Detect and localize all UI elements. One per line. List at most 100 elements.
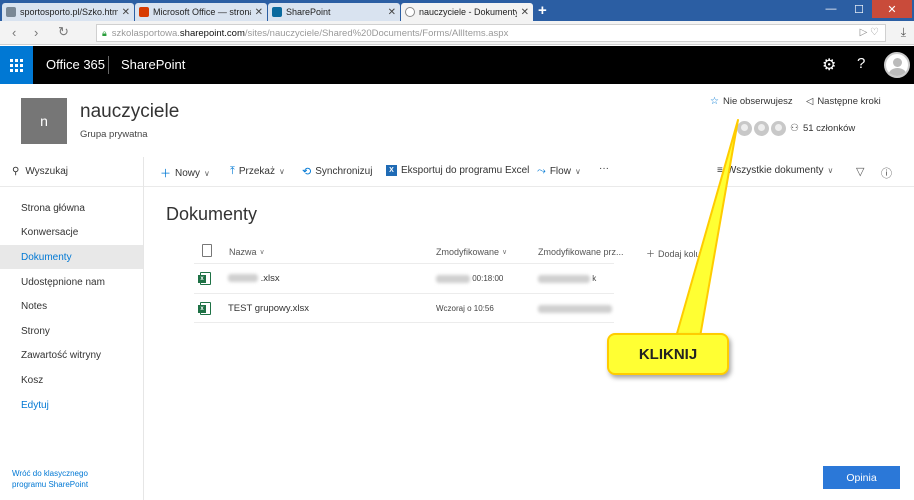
info-button[interactable]: ⓘ	[881, 165, 892, 181]
more-options-button[interactable]: ···	[599, 163, 609, 174]
browser-tab-4-active[interactable]: nauczyciele - Dokumenty ✕	[401, 3, 533, 21]
excel-file-icon[interactable]	[198, 302, 211, 315]
browser-tab-strip: sportosporto.pl/Szko.htm ✕ Microsoft Off…	[0, 0, 914, 21]
sync-button[interactable]: ⟲ Synchronizuj	[302, 165, 372, 178]
file-name: .xlsx	[260, 273, 280, 284]
info-icon: ⓘ	[881, 168, 892, 180]
chevron-down-icon: ∨	[279, 167, 285, 176]
nav-item-home[interactable]: Strona główna	[0, 196, 143, 220]
browser-tab-1[interactable]: sportosporto.pl/Szko.htm ✕	[2, 3, 134, 21]
follow-label: Nie obserwujesz	[722, 96, 793, 107]
file-name-cell[interactable]: TEST grupowy.xlsx	[228, 303, 309, 314]
nav-edit-link[interactable]: Edytuj	[0, 393, 143, 417]
reader-favorite-icons[interactable]: ▷ ♡	[860, 27, 879, 38]
upload-button[interactable]: ⤒ Przekaż ∨	[230, 165, 285, 178]
export-excel-button[interactable]: X Eksportuj do programu Excel	[386, 165, 529, 176]
megaphone-icon: ◁	[806, 96, 814, 107]
follow-button[interactable]: ☆ Nie obserwujesz	[710, 96, 793, 107]
file-type-icon[interactable]	[202, 244, 212, 257]
plus-icon: ＋	[160, 168, 171, 180]
browser-tab-2[interactable]: Microsoft Office — strona ✕	[135, 3, 267, 21]
nav-item-conversations[interactable]: Konwersacje	[0, 220, 143, 244]
divider	[194, 263, 614, 264]
office-icon	[139, 7, 149, 17]
member-avatar	[754, 121, 769, 136]
modified-by-cell[interactable]	[538, 304, 612, 313]
help-icon[interactable]: ?	[857, 55, 865, 72]
upload-icon: ⤒	[230, 165, 235, 177]
redacted-text	[436, 274, 470, 283]
column-header-name[interactable]: Nazwa ∨	[229, 247, 265, 257]
close-icon[interactable]: ✕	[255, 7, 263, 18]
sharepoint-title[interactable]: SharePoint	[121, 57, 185, 72]
download-icon[interactable]: ⤓	[901, 25, 906, 40]
maximize-button[interactable]: ☐	[846, 0, 872, 18]
member-avatar	[737, 121, 752, 136]
column-label: Zmodyfikowane	[436, 247, 500, 257]
add-column-button[interactable]: ＋ Dodaj kolu...	[646, 247, 708, 260]
nav-item-documents[interactable]: Dokumenty	[0, 245, 143, 269]
redacted-text	[538, 274, 590, 283]
feedback-button[interactable]: Opinia	[823, 466, 900, 489]
left-navigation: ⚲ Wyszukaj Strona główna Konwersacje Dok…	[0, 157, 144, 500]
filter-icon: ▽	[856, 166, 865, 178]
chevron-down-icon: ∨	[827, 166, 834, 175]
redacted-text	[228, 274, 258, 283]
group-members[interactable]: ⚇ 51 członków	[737, 121, 855, 136]
column-label: Zmodyfikowane prz...	[538, 247, 624, 257]
flow-icon: ⤳	[537, 165, 546, 177]
url-path: /sites/nauczyciele/Shared%20Documents/Fo…	[244, 27, 509, 39]
site-title[interactable]: nauczyciele	[80, 101, 179, 123]
excel-file-icon[interactable]	[198, 272, 211, 285]
browser-tab-title: Microsoft Office — strona	[153, 7, 251, 17]
close-icon[interactable]: ✕	[521, 7, 529, 18]
column-header-modified[interactable]: Zmodyfikowane ∨	[436, 247, 507, 257]
flow-button[interactable]: ⤳ Flow ∨	[537, 165, 581, 178]
close-icon[interactable]: ✕	[388, 7, 396, 18]
gear-icon[interactable]: ⚙	[822, 55, 836, 75]
back-button[interactable]: ‹	[12, 25, 16, 40]
members-count: 51 członków	[802, 123, 856, 134]
window-close-button[interactable]: ✕	[872, 0, 912, 18]
url-subdomain: szkolasportowa.	[111, 27, 180, 39]
classic-sharepoint-link[interactable]: Wróć do klasycznego programu SharePoint	[12, 468, 112, 490]
callout-arrow	[675, 119, 739, 338]
user-avatar[interactable]	[884, 52, 910, 78]
view-label: Wszystkie dokumenty	[726, 165, 824, 176]
new-tab-button[interactable]: +	[538, 2, 547, 19]
nav-item-recycle-bin[interactable]: Kosz	[0, 368, 143, 392]
member-avatar	[771, 121, 786, 136]
flow-label: Flow	[549, 166, 571, 177]
modified-by: k	[592, 274, 597, 283]
office365-title[interactable]: Office 365	[46, 57, 105, 72]
modified-by-cell[interactable]: k	[538, 274, 596, 283]
new-button[interactable]: ＋ Nowy ∨	[160, 165, 210, 181]
nav-item-notes[interactable]: Notes	[0, 294, 143, 318]
browser-tab-3[interactable]: SharePoint ✕	[268, 3, 400, 21]
chevron-down-icon: ∨	[502, 249, 508, 256]
filter-button[interactable]: ▽	[856, 165, 864, 178]
url-input[interactable]: 🔒︎ szkolasportowa. sharepoint.com/sites/n…	[96, 24, 886, 42]
search-box[interactable]: ⚲ Wyszukaj	[0, 157, 143, 187]
nav-item-site-contents[interactable]: Zawartość witryny	[0, 343, 143, 367]
nav-item-shared-with-us[interactable]: Udostępnione nam	[0, 270, 143, 294]
browser-tab-title: sportosporto.pl/Szko.htm	[20, 7, 118, 17]
modified-cell: 00:18:00	[436, 274, 503, 283]
chevron-down-icon: ∨	[574, 167, 581, 176]
next-steps-button[interactable]: ◁ Następne kroki	[806, 96, 881, 107]
search-label: Wyszukaj	[25, 166, 69, 177]
app-launcher-icon[interactable]	[0, 46, 33, 84]
site-type-label: Grupa prywatna	[80, 129, 148, 140]
close-icon[interactable]: ✕	[122, 7, 130, 18]
nav-item-pages[interactable]: Strony	[0, 319, 143, 343]
forward-button[interactable]: ›	[34, 25, 38, 40]
minimize-button[interactable]: —	[818, 0, 844, 18]
column-header-modified-by[interactable]: Zmodyfikowane prz...	[538, 247, 624, 257]
site-logo[interactable]: n	[21, 98, 67, 144]
file-name-cell[interactable]: .xlsx	[228, 273, 280, 284]
reload-button[interactable]: ↻	[58, 24, 69, 40]
sync-label: Synchronizuj	[315, 166, 373, 177]
view-selector[interactable]: ≡ Wszystkie dokumenty ∨	[717, 165, 833, 176]
column-label: Dodaj kolu...	[658, 248, 709, 259]
browser-tab-title: SharePoint	[286, 7, 331, 17]
